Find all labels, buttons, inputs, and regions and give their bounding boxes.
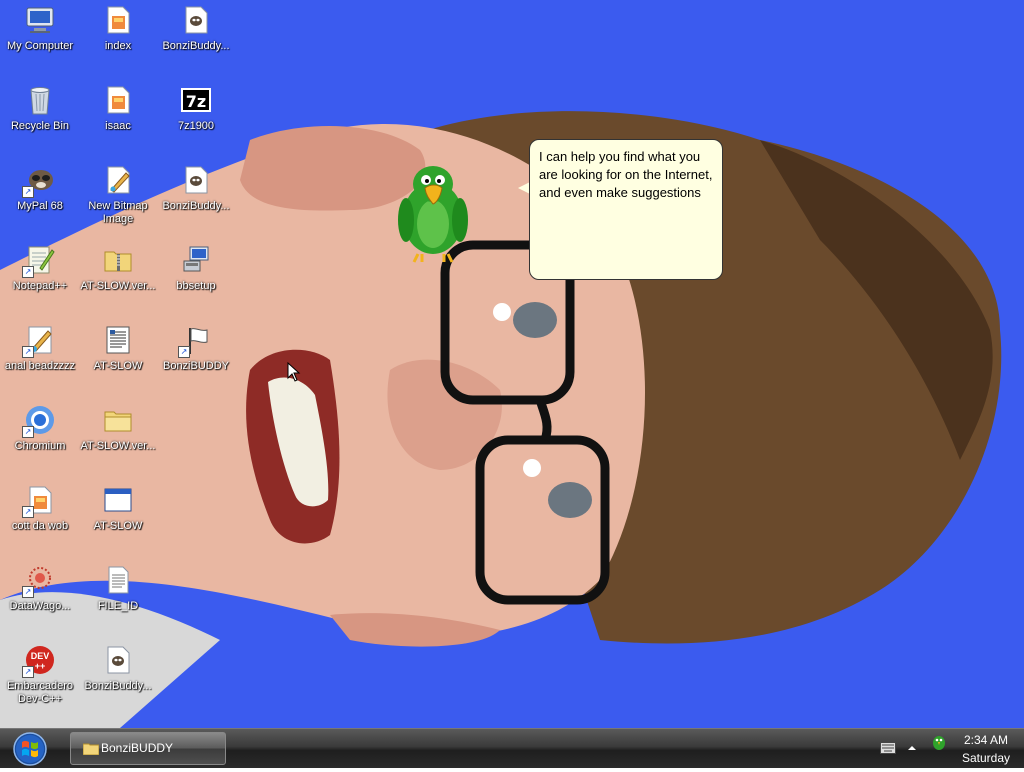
mypal-browser-icon: ↗: [22, 164, 56, 198]
taskbar: BonziBUDDY 2:34 AM Saturday: [0, 728, 1024, 768]
mouse-pointer-icon: [287, 361, 301, 382]
desktop-icon-bbsetup[interactable]: bbsetup: [156, 242, 236, 320]
desktop-icon-label: Chromium: [14, 440, 66, 452]
shortcut-arrow-icon: ↗: [22, 266, 34, 278]
desktop-icon-label: Recycle Bin: [10, 120, 70, 132]
show-hidden-icons-arrow-icon[interactable]: [907, 743, 917, 753]
desktop-icon-at-slow-folder[interactable]: AT-SLOW.ver...: [78, 402, 158, 480]
computer-icon: [24, 4, 56, 36]
text-document-icon: [102, 324, 134, 356]
svg-text:7z: 7z: [186, 92, 206, 111]
bonzi-buddy-parrot-icon[interactable]: [392, 158, 474, 266]
desktop-icon-at-slow-text[interactable]: AT-SLOW: [78, 322, 158, 400]
bitmap-icon: [102, 164, 134, 196]
shortcut-arrow-icon: ↗: [22, 666, 34, 678]
folder-icon: [102, 404, 134, 436]
setup-installer-icon: [180, 244, 212, 276]
desktop-icon-label: index: [104, 40, 132, 52]
bonzi-speech-balloon[interactable]: I can help you find what you are looking…: [529, 139, 723, 280]
desktop-icon-isaac[interactable]: isaac: [78, 82, 158, 160]
shortcut-arrow-icon: ↗: [22, 586, 34, 598]
desktop-icon-anal-beadzzzz[interactable]: ↗ anal beadzzzz: [0, 322, 80, 400]
windows-start-orb-icon: [13, 732, 47, 766]
desktop-icon-label: New Bitmap Image: [88, 200, 148, 225]
desktop-icon-label: BonziBuddy...: [162, 40, 230, 52]
desktop-icon-file-id[interactable]: FILE_ID: [78, 562, 158, 640]
desktop-icon-embarcadero-devcpp[interactable]: DEV ++ ↗ Embarcadero Dev-C++: [0, 642, 80, 720]
datawagon-icon: ↗: [22, 564, 56, 598]
bonzi-flag-shortcut-icon: ↗: [178, 324, 212, 358]
desktop-icon-datawagon[interactable]: ↗ DataWago...: [0, 562, 80, 640]
svg-text:++: ++: [35, 661, 46, 671]
chromium-icon: ↗: [22, 404, 56, 438]
shortcut-arrow-icon: ↗: [22, 426, 34, 438]
shortcut-arrow-icon: ↗: [22, 506, 34, 518]
zip-folder-icon: [102, 244, 134, 276]
recycle-bin-icon: [24, 84, 56, 116]
web-document-shortcut-icon: ↗: [22, 484, 56, 518]
clock-time[interactable]: 2:34 AM: [956, 733, 1016, 747]
notepad-plus-plus-icon: ↗: [22, 244, 56, 278]
desktop-icon-at-slow-zip[interactable]: AT-SLOW.ver...: [78, 242, 158, 320]
desktop-icon-label: cott da wob: [11, 520, 69, 532]
desktop-icon-mypal-68[interactable]: ↗ MyPal 68: [0, 162, 80, 240]
desktop-icon-label: FILE_ID: [97, 600, 139, 612]
desktop-icon-label: AT-SLOW.ver...: [80, 280, 156, 292]
bonzi-tray-icon[interactable]: [930, 733, 948, 751]
shortcut-arrow-icon: ↗: [22, 186, 34, 198]
bonzi-file-icon: [180, 164, 212, 196]
desktop-icon-label: Embarcadero Dev-C++: [6, 680, 74, 705]
desktop-icon-cott-da-wob[interactable]: ↗ cott da wob: [0, 482, 80, 560]
desktop-icon-my-computer[interactable]: My Computer: [0, 2, 80, 80]
desktop-icon-label: 7z1900: [177, 120, 215, 132]
desktop-icon-label: BonziBuddy...: [84, 680, 152, 692]
desktop-icon-chromium[interactable]: ↗ Chromium: [0, 402, 80, 480]
keyboard-icon[interactable]: [880, 742, 896, 754]
desktop[interactable]: My Computer Recycle Bin ↗ MyPal 68 ↗ Not…: [0, 0, 1024, 728]
desktop-icon-label: bbsetup: [176, 280, 216, 292]
desktop-icon-label: Notepad++: [12, 280, 68, 292]
system-tray: 2:34 AM Saturday: [874, 729, 1024, 769]
desktop-icon-at-slow-app[interactable]: AT-SLOW: [78, 482, 158, 560]
desktop-icon-label: MyPal 68: [17, 200, 63, 212]
shortcut-arrow-icon: ↗: [178, 346, 190, 358]
bonzi-file-icon: [180, 4, 212, 36]
text-file-icon: [102, 564, 134, 596]
desktop-icon-notepad-plus-plus[interactable]: ↗ Notepad++: [0, 242, 80, 320]
taskbar-button-label: BonziBUDDY: [101, 741, 174, 755]
desktop-icon-bonzibuddy-file-1[interactable]: BonziBuddy...: [156, 2, 236, 80]
bonzi-speech-text: I can help you find what you are looking…: [539, 149, 713, 200]
desktop-icon-recycle-bin[interactable]: Recycle Bin: [0, 82, 80, 160]
clock-day[interactable]: Saturday: [956, 751, 1016, 765]
shortcut-arrow-icon: ↗: [22, 346, 34, 358]
desktop-icon-new-bitmap-image[interactable]: New Bitmap Image: [78, 162, 158, 240]
paint-shortcut-icon: ↗: [22, 324, 56, 358]
desktop-icon-bonzibuddy-file-4[interactable]: BonziBuddy...: [78, 642, 158, 720]
desktop-icon-label: BonziBUDDY: [162, 360, 230, 372]
devcpp-icon: DEV ++ ↗: [22, 644, 56, 678]
start-button[interactable]: [8, 731, 52, 767]
folder-icon: [83, 743, 99, 755]
application-window-icon: [102, 484, 134, 516]
desktop-icon-7z1900[interactable]: 7z 7z1900: [156, 82, 236, 160]
desktop-icon-label: BonziBuddy...: [162, 200, 230, 212]
desktop-icon-label: AT-SLOW.ver...: [80, 440, 156, 452]
html-document-icon: [102, 84, 134, 116]
svg-text:DEV: DEV: [31, 651, 50, 661]
desktop-icon-label: isaac: [105, 120, 131, 132]
taskbar-button-bonzibuddy[interactable]: BonziBUDDY: [70, 732, 226, 765]
desktop-icon-label: AT-SLOW: [93, 360, 143, 372]
desktop-icon-label: anal beadzzzz: [4, 360, 76, 372]
desktop-icon-bonzibuddy-file-2[interactable]: BonziBuddy...: [156, 162, 236, 240]
desktop-icon-index[interactable]: index: [78, 2, 158, 80]
desktop-icon-bonzibuddy-shortcut[interactable]: ↗ BonziBUDDY: [156, 322, 236, 400]
desktop-icon-label: My Computer: [6, 40, 74, 52]
7zip-icon: 7z: [180, 84, 212, 116]
desktop-icon-label: AT-SLOW: [93, 520, 143, 532]
desktop-icon-label: DataWago...: [9, 600, 71, 612]
bonzi-file-icon: [102, 644, 134, 676]
html-document-icon: [102, 4, 134, 36]
